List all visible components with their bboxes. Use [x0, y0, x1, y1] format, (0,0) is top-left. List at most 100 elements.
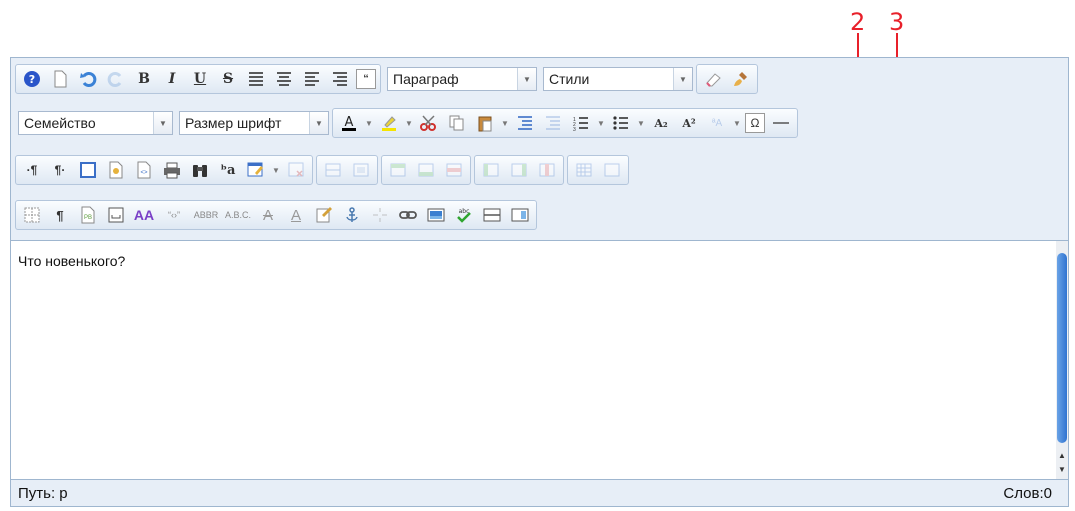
horizontal-line-button[interactable] — [480, 203, 504, 227]
editor-content[interactable]: Что новенького? — [11, 240, 1056, 480]
fullscreen-button[interactable] — [76, 158, 100, 182]
replace-button[interactable]: ᵇa — [216, 158, 240, 182]
source-code-button[interactable]: <> — [132, 158, 156, 182]
paste-button[interactable] — [473, 111, 497, 135]
acronym-button[interactable]: A.B.C. — [224, 203, 252, 227]
bulleted-list-button[interactable] — [609, 111, 633, 135]
print-button[interactable] — [160, 158, 184, 182]
image-icon — [427, 208, 445, 222]
image-button[interactable] — [424, 203, 448, 227]
chevron-down-icon[interactable]: ▼ — [731, 111, 743, 135]
underline-button[interactable]: U — [188, 67, 212, 91]
omega-icon: Ω — [750, 116, 760, 130]
anchor-button[interactable] — [340, 203, 364, 227]
word-count: Слов:0 — [1003, 485, 1052, 502]
styles-select[interactable]: Стили ▼ — [543, 67, 693, 91]
toolbar-row-4: ¶ PB AA “‹›” ABBR A.B.C. A A abc — [15, 198, 540, 232]
align-center-button[interactable] — [272, 67, 296, 91]
scroll-thumb[interactable] — [1057, 253, 1067, 443]
delete-table-button[interactable] — [284, 158, 308, 182]
delete-row-button[interactable] — [442, 158, 466, 182]
bulleted-list-icon — [613, 116, 628, 130]
cleanup-brush-button[interactable] — [729, 67, 753, 91]
align-left-button[interactable] — [300, 67, 324, 91]
insert-text-button[interactable]: A — [284, 203, 308, 227]
spellcheck-button[interactable]: abc — [452, 203, 476, 227]
toolbar-row-2: Семейство ▼ Размер шрифт ▼ A ▼ ▼ ▼ 1 2 3… — [15, 106, 801, 140]
font-style-button[interactable]: AA — [132, 203, 156, 227]
abbr-button[interactable]: ABBR — [192, 203, 220, 227]
chevron-down-icon[interactable]: ▼ — [499, 111, 511, 135]
split-cells-button[interactable] — [572, 158, 596, 182]
redo-button[interactable] — [104, 67, 128, 91]
delete-col-button[interactable] — [535, 158, 559, 182]
justify-button[interactable] — [244, 67, 268, 91]
template-button[interactable]: PB — [76, 203, 100, 227]
vertical-scrollbar[interactable]: ▲ ▼ — [1056, 240, 1068, 480]
highlight-color-button[interactable] — [377, 111, 401, 135]
font-family-select[interactable]: Семейство ▼ — [18, 111, 173, 135]
insert-row-before-button[interactable] — [386, 158, 410, 182]
grid-icon — [24, 207, 40, 223]
copy-icon — [449, 115, 464, 131]
copy-button[interactable] — [445, 111, 469, 135]
merge-cells-button[interactable] — [600, 158, 624, 182]
chevron-down-icon[interactable]: ▼ — [595, 111, 607, 135]
insert-col-after-button[interactable] — [507, 158, 531, 182]
table-button[interactable] — [244, 158, 268, 182]
page-break-button[interactable] — [104, 203, 128, 227]
strikethrough-button[interactable]: S — [216, 67, 240, 91]
numbered-list-button[interactable]: 123 — [569, 111, 593, 135]
italic-button[interactable]: I — [160, 67, 184, 91]
chevron-down-icon[interactable]: ▼ — [403, 111, 415, 135]
quote-button[interactable]: “‹›” — [160, 203, 188, 227]
horizontal-line-icon — [483, 208, 501, 222]
style-button[interactable]: ªA — [705, 111, 729, 135]
new-document-icon — [54, 70, 67, 88]
svg-text:<>: <> — [140, 170, 148, 176]
insert-row-after-button[interactable] — [414, 158, 438, 182]
insert-row-after-icon — [418, 163, 434, 177]
text-color-button[interactable]: A — [337, 111, 361, 135]
scroll-down-icon[interactable]: ▼ — [1056, 463, 1068, 477]
help-button[interactable]: ? — [20, 67, 44, 91]
content-text: Что новенького? — [18, 253, 126, 269]
unlink-icon — [373, 208, 387, 222]
table-icon — [247, 162, 263, 177]
outdent-button[interactable] — [541, 111, 565, 135]
show-blocks-button[interactable]: ¶ — [48, 203, 72, 227]
unlink-button[interactable] — [368, 203, 392, 227]
scroll-up-icon[interactable]: ▲ — [1056, 449, 1068, 463]
link-button[interactable] — [396, 203, 420, 227]
align-center-icon — [277, 72, 291, 86]
special-char-button[interactable]: Ω — [745, 113, 765, 133]
rtl-button[interactable]: ¶· — [48, 158, 72, 182]
paragraph-select[interactable]: Параграф ▼ — [387, 67, 537, 91]
indent-button[interactable] — [513, 111, 537, 135]
blockquote-button[interactable]: “ — [356, 69, 376, 89]
preview-button[interactable] — [104, 158, 128, 182]
attributes-button[interactable] — [312, 203, 336, 227]
cell-props-button[interactable] — [349, 158, 373, 182]
font-size-select[interactable]: Размер шрифт ▼ — [179, 111, 329, 135]
horizontal-rule-button[interactable] — [769, 111, 793, 135]
insert-col-before-button[interactable] — [479, 158, 503, 182]
subscript-button[interactable]: A₂ — [649, 111, 673, 135]
row-props-button[interactable] — [321, 158, 345, 182]
undo-button[interactable] — [76, 67, 100, 91]
delete-text-button[interactable]: A — [256, 203, 280, 227]
cut-button[interactable] — [417, 111, 441, 135]
superscript-button[interactable]: A² — [677, 111, 701, 135]
insert-row-before-icon — [390, 163, 406, 177]
align-right-button[interactable] — [328, 67, 352, 91]
eraser-button[interactable] — [701, 67, 725, 91]
find-button[interactable] — [188, 158, 212, 182]
ltr-button[interactable]: ·¶ — [20, 158, 44, 182]
new-document-button[interactable] — [48, 67, 72, 91]
bold-button[interactable]: B — [132, 67, 156, 91]
layer-button[interactable] — [508, 203, 532, 227]
visual-aid-button[interactable] — [20, 203, 44, 227]
chevron-down-icon[interactable]: ▼ — [635, 111, 647, 135]
chevron-down-icon[interactable]: ▼ — [363, 111, 375, 135]
chevron-down-icon[interactable]: ▼ — [270, 158, 282, 182]
